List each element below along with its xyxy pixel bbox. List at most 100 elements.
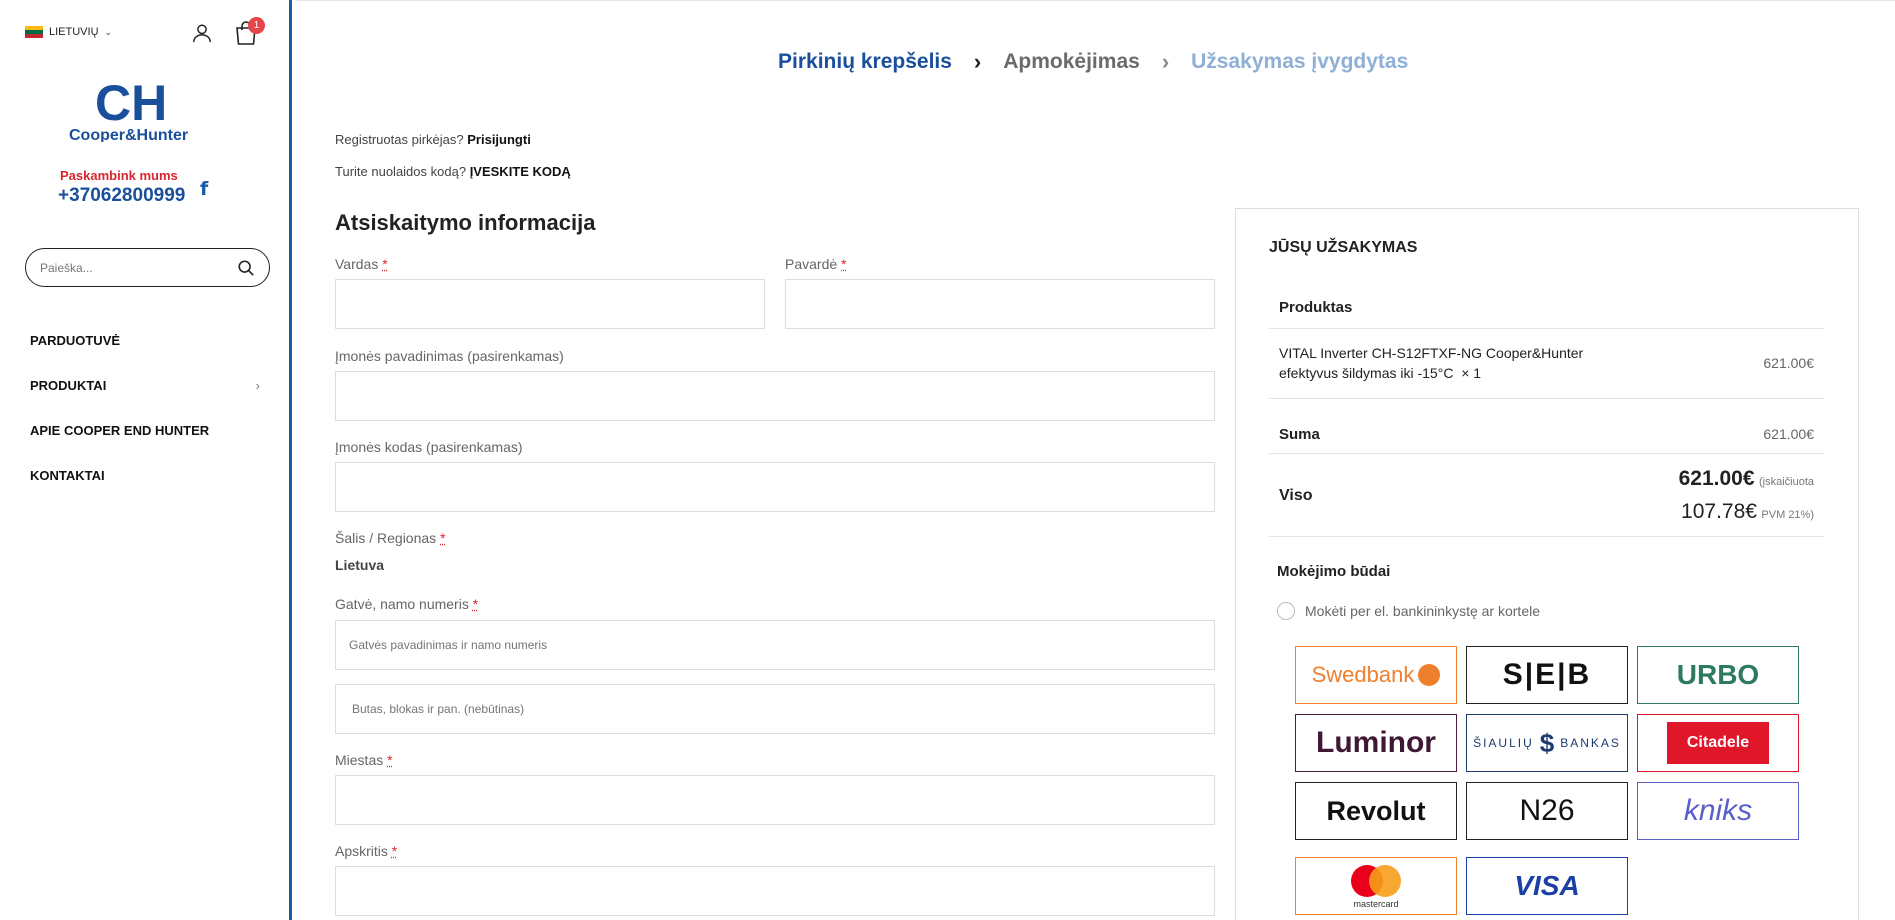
checkout-main: Pirkinių krepšelis › Apmokėjimas › Užsak…: [295, 0, 1895, 920]
bank-label: VISA: [1514, 870, 1580, 901]
step-complete: Užsakymas įvygdytas: [1191, 50, 1409, 73]
company-code-label: Įmonės kodas (pasirenkamas): [335, 439, 523, 455]
bank-luminor[interactable]: Luminor: [1295, 714, 1457, 772]
nav-item-contacts[interactable]: KONTAKTAI: [30, 453, 260, 498]
bank-seb[interactable]: S|E|B: [1466, 646, 1628, 704]
bank-citadele[interactable]: Citadele: [1637, 714, 1799, 772]
bank-label: kniks: [1683, 794, 1753, 827]
region-label: Apskritis *: [335, 843, 397, 859]
bank-label: Citadele: [1666, 722, 1770, 764]
last-name-input[interactable]: [786, 280, 1214, 328]
product-quantity: × 1: [1461, 365, 1482, 381]
bank-swedbank[interactable]: Swedbank: [1295, 646, 1457, 704]
product-price: 621.00€: [1763, 355, 1814, 371]
apartment-input[interactable]: [336, 685, 1214, 733]
bank-urbo[interactable]: URBO: [1637, 646, 1799, 704]
company-field[interactable]: [335, 371, 1215, 421]
region-field[interactable]: [335, 866, 1215, 916]
checkout-steps: Pirkinių krepšelis › Apmokėjimas › Užsak…: [778, 49, 1408, 75]
region-input[interactable]: [336, 867, 1214, 915]
payment-radio[interactable]: [1277, 602, 1295, 620]
street-field[interactable]: [335, 620, 1215, 670]
subtotal-value: 621.00€: [1763, 426, 1814, 442]
label-text: Miestas: [335, 752, 384, 768]
label-text: Vardas: [335, 256, 379, 272]
label-text: Pavardė: [785, 256, 838, 272]
bank-label: Revolut: [1326, 795, 1426, 826]
search-icon[interactable]: [237, 259, 255, 277]
product-name-line2: efektyvus šildymas iki -15°C: [1279, 365, 1454, 381]
discount-prefix: Turite nuolaidos kodą?: [335, 164, 467, 179]
bank-label: N26: [1519, 794, 1575, 827]
payment-methods-title: Mokėjimo būdai: [1277, 563, 1391, 580]
company-input[interactable]: [336, 372, 1214, 420]
total-amount-block: 621.00€ (įskaičiuota 107.78€ PVM 21%): [1679, 464, 1814, 530]
login-link[interactable]: Prisijungti: [467, 132, 531, 147]
billing-title: Atsiskaitymo informacija: [335, 210, 596, 235]
required-mark: *: [391, 843, 398, 859]
call-us-label: Paskambink mums: [60, 168, 178, 183]
bank-kniks[interactable]: kniks: [1637, 782, 1799, 840]
step-payment: Apmokėjimas: [1003, 50, 1140, 73]
first-name-input[interactable]: [336, 280, 764, 328]
step-cart[interactable]: Pirkinių krepšelis: [778, 50, 952, 74]
chevron-down-icon: ⌄: [104, 26, 113, 37]
bank-label-right: BANKAS: [1560, 736, 1621, 750]
label-text: Gatvė, namo numeris: [335, 596, 469, 612]
total-row: Viso 621.00€ (įskaičiuota 107.78€ PVM 21…: [1269, 454, 1824, 537]
registered-notice: Registruotas pirkėjas? Prisijungti: [335, 132, 531, 147]
required-mark: *: [382, 256, 388, 272]
company-code-input[interactable]: [336, 463, 1214, 511]
chevron-right-icon: ›: [255, 378, 260, 393]
last-name-field[interactable]: [785, 279, 1215, 329]
total-label: Viso: [1279, 487, 1313, 504]
bank-label: mastercard: [1353, 899, 1399, 909]
country-label: Šalis / Regionas *: [335, 530, 446, 546]
bank-revolut[interactable]: Revolut: [1295, 782, 1457, 840]
tax-value: 107.78€: [1681, 500, 1757, 523]
language-selector[interactable]: LIETUVIŲ ⌄: [25, 26, 112, 38]
product-header: Produktas: [1279, 299, 1353, 316]
bank-mastercard[interactable]: mastercard: [1295, 857, 1457, 915]
cooper-hunter-logo[interactable]: CH Cooper&Hunter: [67, 76, 222, 142]
order-header-row: Produktas: [1269, 279, 1824, 329]
nav-item-products[interactable]: PRODUKTAI ›: [30, 363, 260, 408]
chevron-right-icon: ›: [973, 49, 982, 74]
discount-notice: Turite nuolaidos kodą? ĮVESKITE KODĄ: [335, 164, 571, 179]
bank-label: S|E|B: [1502, 658, 1592, 691]
required-mark: *: [387, 752, 393, 768]
language-label: LIETUVIŲ: [49, 26, 99, 38]
total-note: (įskaičiuota: [1758, 476, 1814, 488]
bank-siauliu[interactable]: ŠIAULIŲ $ BANKAS: [1466, 714, 1628, 772]
sidebar: LIETUVIŲ ⌄ 1 CH Cooper&Hunter Paskambink…: [0, 0, 292, 920]
nav-item-about[interactable]: APIE COOPER END HUNTER: [30, 408, 260, 453]
bank-n26[interactable]: N26: [1466, 782, 1628, 840]
first-name-field[interactable]: [335, 279, 765, 329]
registered-prefix: Registruotas pirkėjas?: [335, 132, 464, 147]
required-mark: *: [841, 256, 847, 272]
company-code-field[interactable]: [335, 462, 1215, 512]
bank-visa[interactable]: VISA: [1466, 857, 1628, 915]
mastercard-icon: [1351, 865, 1401, 897]
city-label: Miestas *: [335, 752, 393, 768]
payment-option-banklink[interactable]: Mokėti per el. bankininkystę ar kortele: [1277, 602, 1540, 620]
required-mark: *: [440, 530, 446, 546]
apartment-field[interactable]: [335, 684, 1215, 734]
required-mark: *: [472, 596, 479, 612]
search-input[interactable]: [40, 260, 237, 275]
user-account-icon[interactable]: [191, 22, 213, 44]
logo-letters: CH: [95, 76, 167, 131]
tax-note: PVM 21%): [1761, 509, 1814, 521]
enter-code-link[interactable]: ĮVESKITE KODĄ: [470, 164, 571, 179]
street-input[interactable]: [336, 621, 1214, 669]
city-field[interactable]: [335, 775, 1215, 825]
city-input[interactable]: [336, 776, 1214, 824]
nav-item-label: APIE COOPER END HUNTER: [30, 423, 210, 438]
bank-label: URBO: [1676, 659, 1760, 690]
facebook-icon[interactable]: f: [200, 178, 208, 200]
lithuania-flag-icon: [25, 26, 43, 38]
nav-item-label: KONTAKTAI: [30, 468, 105, 483]
nav-item-shop[interactable]: PARDUOTUVĖ: [30, 318, 260, 363]
last-name-label: Pavardė *: [785, 256, 847, 272]
phone-number-link[interactable]: +37062800999: [58, 185, 185, 207]
